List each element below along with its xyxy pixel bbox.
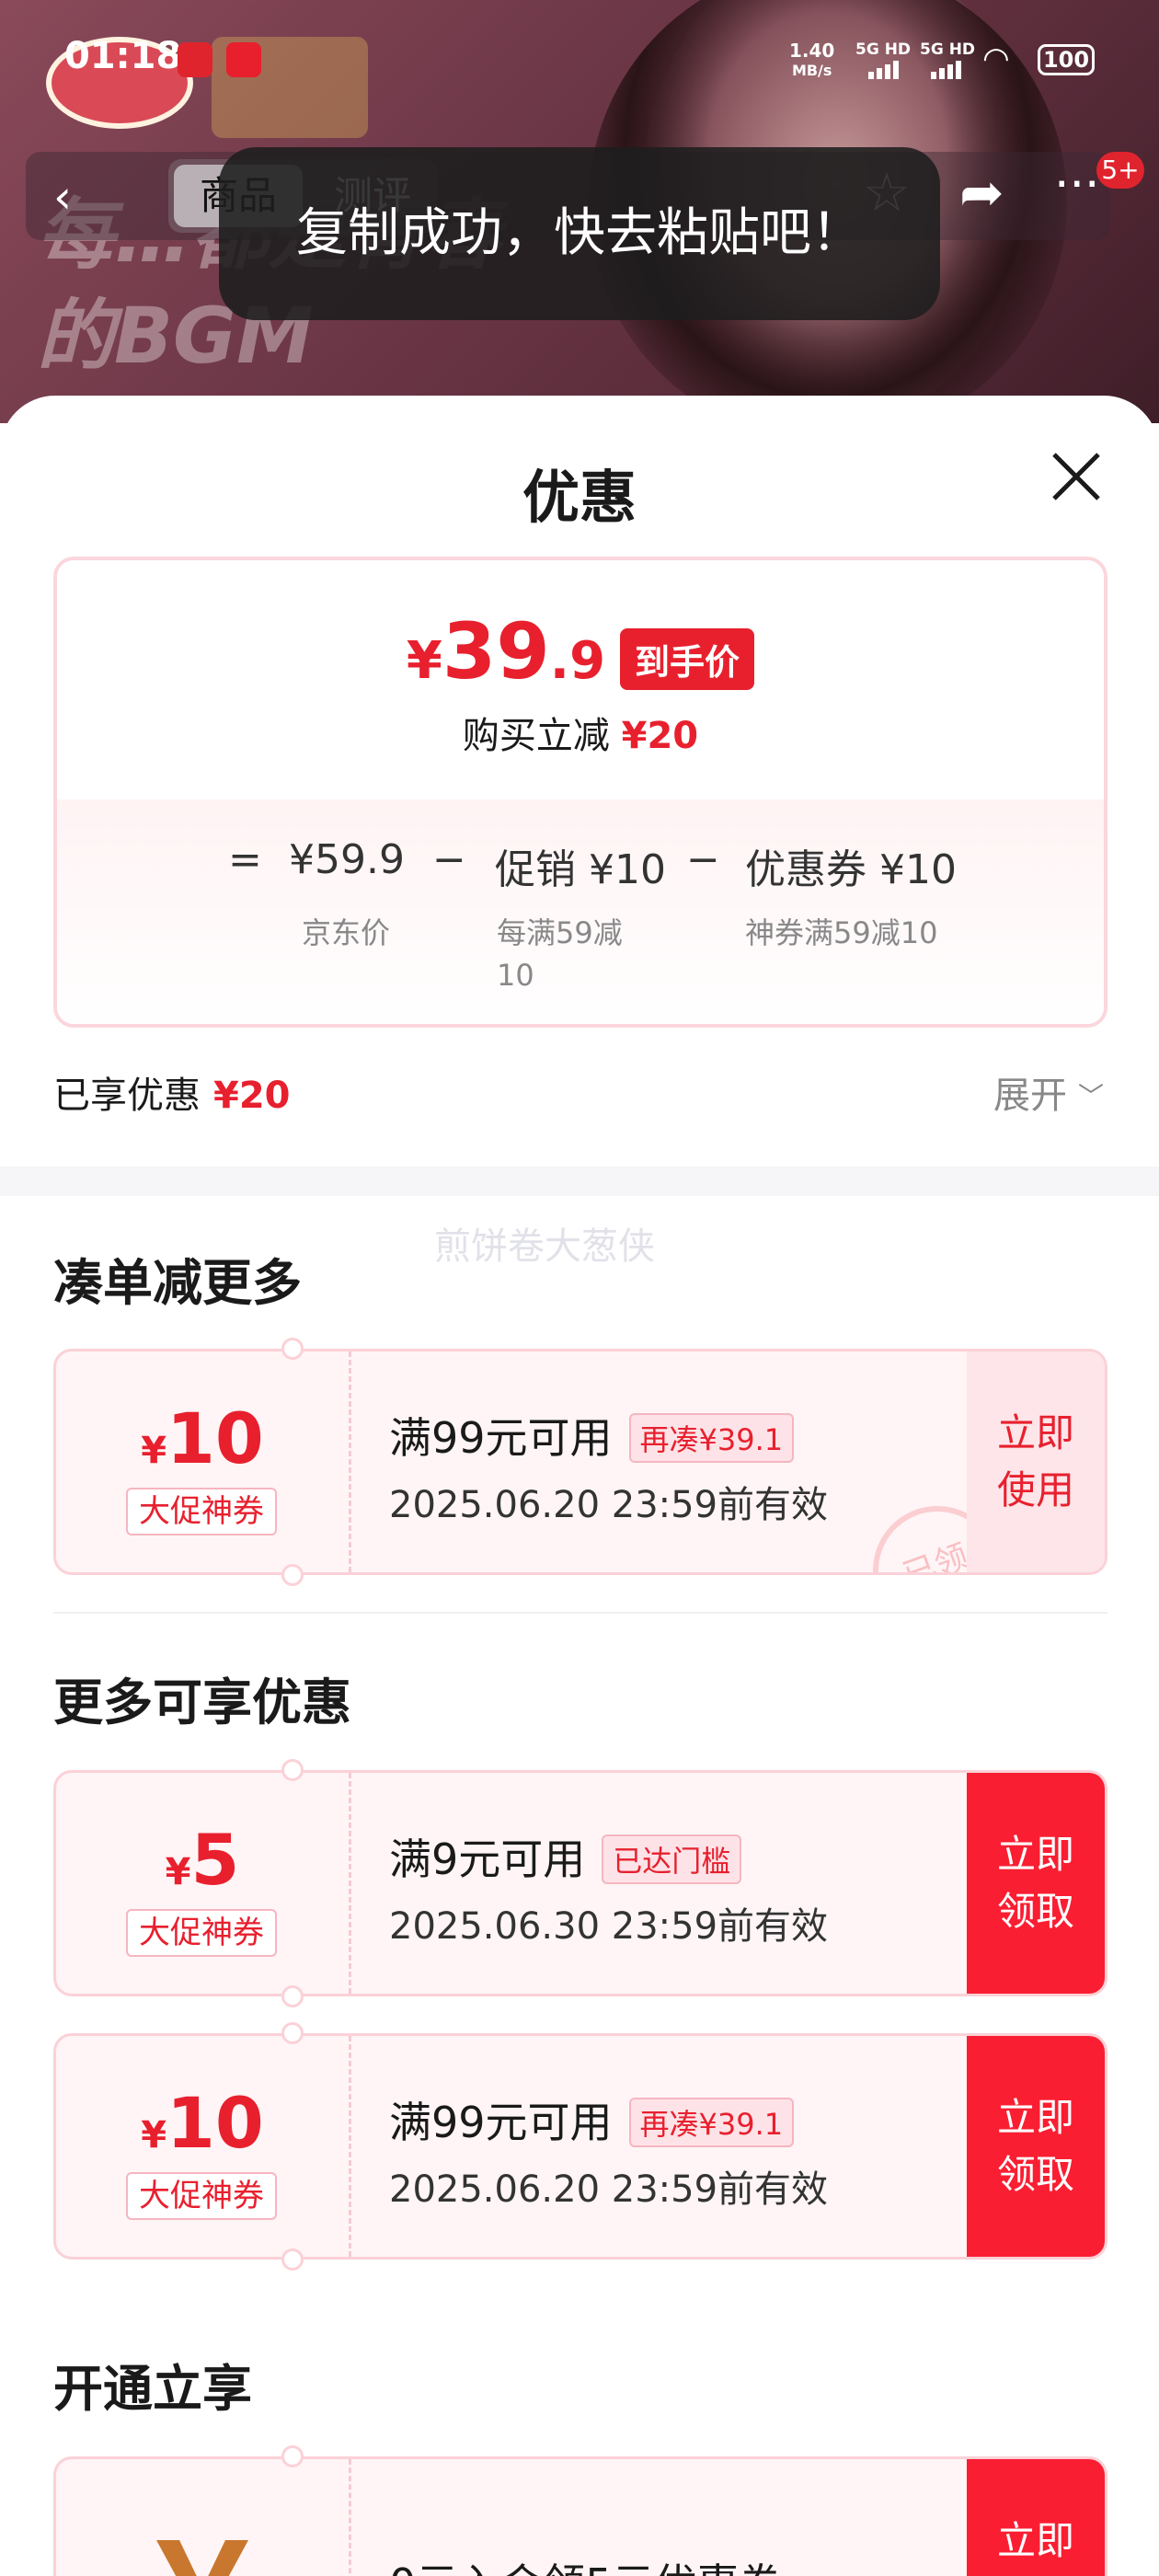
coupon-validity: 2025.06.30 23:59前有效 <box>389 1905 829 1948</box>
discount-sheet: 优惠 ¥39.9 到手价 购买立减 ¥20 = ¥59.9 京东价 − 促销 ¥1… <box>0 396 1159 2576</box>
formula-jd-price: ¥59.9 <box>289 836 405 883</box>
signal-icon-1 <box>868 57 899 79</box>
thin-divider <box>53 1612 1107 1614</box>
use-now-button[interactable]: 立即 使用 <box>967 1351 1105 1572</box>
share-icon[interactable]: ➦ <box>959 161 1004 224</box>
price-summary-card: ¥39.9 到手价 购买立减 ¥20 = ¥59.9 京东价 − 促销 ¥10 每… <box>53 557 1107 1028</box>
chevron-down-icon[interactable]: ﹀ <box>1078 1076 1104 1113</box>
claim-now-button[interactable]: 立即 领取 <box>967 1773 1105 1994</box>
join-now-button[interactable]: 立即 <box>967 2459 1105 2576</box>
coupon-amount: ¥10 <box>141 2082 264 2164</box>
formula-promotion: 促销 ¥10 <box>495 846 666 893</box>
coupon-chip: 再凑¥39.1 <box>628 2097 795 2147</box>
notification-app-icon <box>178 42 212 77</box>
formula-op-equals: = <box>228 836 262 883</box>
formula-op-minus-1: − <box>432 836 466 883</box>
final-price-tag: 到手价 <box>620 628 755 690</box>
copy-success-toast: 复制成功，快去粘贴吧！ <box>219 147 940 320</box>
close-icon[interactable] <box>1049 449 1104 504</box>
coupon-chip: 再凑¥39.1 <box>628 1412 795 1463</box>
membership-offer: 0元入会领5元优惠券 <box>389 2551 782 2576</box>
instant-reduction: 购买立减 ¥20 <box>462 715 699 757</box>
watermark: 煎饼卷大葱侠 <box>434 1225 655 1268</box>
section-divider <box>0 1167 1159 1196</box>
battery-icon: 100 <box>1038 44 1095 75</box>
coupon-condition: 满9元可用 已达门槛 <box>389 1826 742 1888</box>
membership-card: 0元入会领5元优惠券 立即 <box>53 2456 1107 2576</box>
section-title-bundle: 凑单减更多 <box>53 1254 302 1312</box>
formula-coupon: 优惠券 ¥10 <box>745 846 957 893</box>
coupon-type-badge: 大促神券 <box>126 1488 277 1535</box>
coupon-amount: ¥5 <box>165 1819 240 1901</box>
signal-label-2: 5G HD <box>920 40 976 59</box>
vip-logo-icon <box>156 2540 248 2576</box>
coupon-type-badge: 大促神券 <box>126 1909 277 1957</box>
signal-label-1: 5G HD <box>855 40 912 59</box>
coupon-condition: 满99元可用 再凑¥39.1 <box>389 1405 795 1466</box>
coupon-chip: 已达门槛 <box>602 1834 742 1884</box>
back-icon[interactable]: ‹ <box>53 170 72 224</box>
coupon-validity: 2025.06.20 23:59前有效 <box>389 1484 829 1526</box>
coupon-condition: 满99元可用 再凑¥39.1 <box>389 2089 795 2151</box>
price-formula: = ¥59.9 京东价 − 促销 ¥10 每满59减10 − 优惠券 ¥10 神… <box>57 799 1104 1024</box>
notification-app-icon-2 <box>226 42 261 77</box>
network-speed: 1.40 MB/s <box>789 40 835 79</box>
wifi-icon: ◠ <box>982 40 1010 77</box>
expand-button[interactable]: 展开 <box>993 1065 1067 1119</box>
formula-jd-price-label: 京东价 <box>302 915 391 950</box>
signal-icon-2 <box>931 57 961 79</box>
section-title-membership: 开通立享 <box>53 2360 252 2418</box>
final-price: ¥39.9 到手价 <box>57 606 1104 705</box>
formula-promotion-label: 每满59减10 <box>497 915 623 993</box>
claim-now-button[interactable]: 立即 领取 <box>967 2036 1105 2257</box>
coupon-card: ¥5 大促神券 满9元可用 已达门槛 2025.06.30 23:59前有效 立即… <box>53 1770 1107 1996</box>
status-bar: 01:18 1.40 MB/s 5G HD 5G HD ◠ 100 <box>0 0 1159 120</box>
coupon-validity: 2025.06.20 23:59前有效 <box>389 2168 829 2211</box>
formula-coupon-label: 神券满59减10 <box>745 915 938 950</box>
formula-op-minus-2: − <box>686 836 720 883</box>
sheet-title: 优惠 <box>522 464 637 531</box>
coupon-type-badge: 大促神券 <box>126 2172 277 2220</box>
status-time: 01:18 <box>64 35 182 77</box>
section-title-more-offers: 更多可享优惠 <box>53 1673 351 1731</box>
message-badge: 5+ <box>1096 152 1144 189</box>
coupon-card: ¥10 大促神券 满99元可用 再凑¥39.1 2025.06.20 23:59前… <box>53 2033 1107 2260</box>
coupon-amount: ¥10 <box>141 1397 264 1479</box>
coupon-card: ¥10 大促神券 满99元可用 再凑¥39.1 2025.06.20 23:59前… <box>53 1349 1107 1575</box>
enjoyed-discount: 已享优惠 ¥20 <box>53 1075 291 1117</box>
more-icon[interactable]: ··· <box>1054 157 1100 213</box>
